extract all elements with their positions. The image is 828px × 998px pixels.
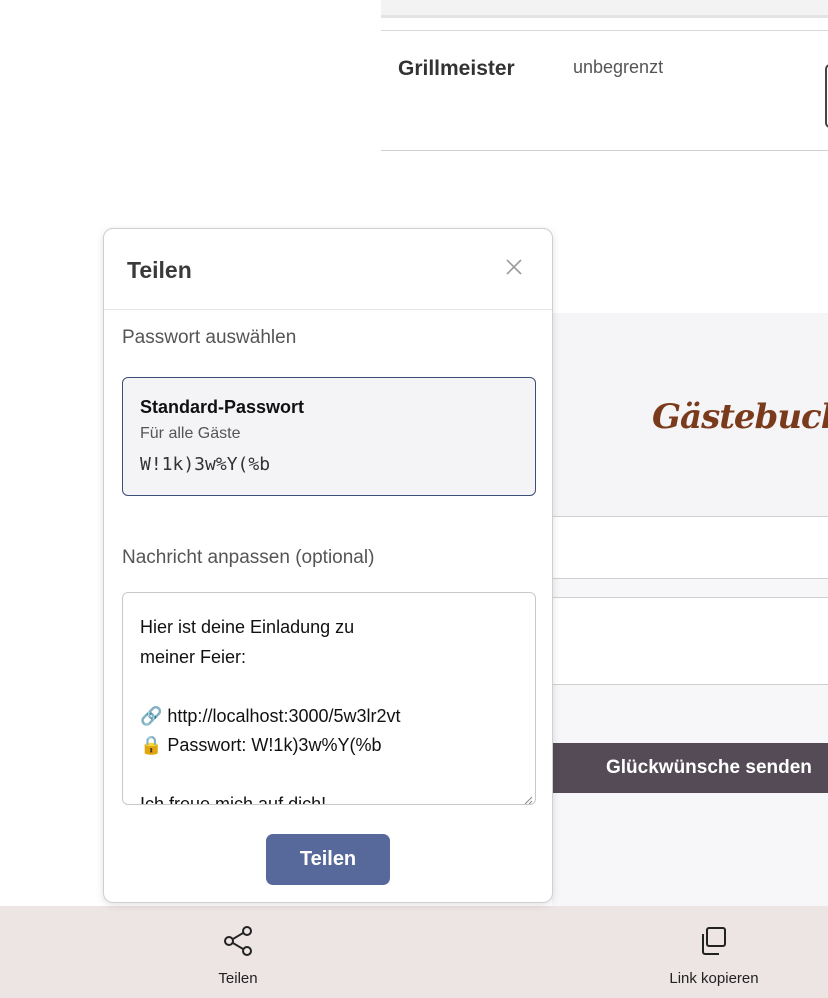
list-row: Grillmeister unbegrenzt bbox=[381, 30, 828, 151]
share-label: Teilen bbox=[218, 970, 258, 987]
password-section-label: Passwort auswählen bbox=[122, 327, 297, 348]
divider bbox=[552, 579, 828, 597]
row-name: Grillmeister bbox=[398, 57, 515, 80]
copy-link-label: Link kopieren bbox=[669, 970, 759, 987]
password-option-subtitle: Für alle Gäste bbox=[140, 425, 241, 442]
close-button[interactable] bbox=[502, 256, 526, 280]
top-band bbox=[381, 0, 828, 18]
share-icon bbox=[221, 924, 255, 962]
message-section-label: Nachricht anpassen (optional) bbox=[122, 547, 375, 568]
share-submit-button[interactable]: Teilen bbox=[266, 834, 390, 885]
guestbook-footer bbox=[552, 685, 828, 906]
copy-icon bbox=[697, 924, 731, 962]
dialog-title: Teilen bbox=[127, 257, 192, 283]
share-dialog: Teilen Passwort auswählen Standard-Passw… bbox=[103, 228, 553, 903]
resize-handle-icon[interactable] bbox=[523, 792, 533, 804]
password-option-standard[interactable]: Standard-Passwort Für alle Gäste W!1k)3w… bbox=[122, 377, 536, 496]
guestbook-title: Gästebuch bbox=[652, 397, 828, 437]
dialog-header: Teilen bbox=[104, 229, 552, 310]
share-action[interactable]: Teilen bbox=[205, 924, 271, 987]
message-textarea[interactable]: Hier ist deine Einladung zu meiner Feier… bbox=[122, 592, 536, 805]
guestbook-name-field[interactable] bbox=[552, 517, 828, 579]
send-congratulations-button[interactable]: Glückwünsche senden bbox=[552, 743, 828, 793]
copy-link-action[interactable]: Link kopieren bbox=[664, 924, 764, 987]
password-value: W!1k)3w%Y(%b bbox=[140, 454, 271, 475]
message-text: Hier ist deine Einladung zu meiner Feier… bbox=[140, 617, 401, 805]
guestbook-message-field[interactable] bbox=[552, 597, 828, 685]
page: Grillmeister unbegrenzt Gästebuch Glückw… bbox=[0, 0, 828, 998]
bottom-bar: Teilen Link kopieren bbox=[0, 906, 828, 998]
close-icon bbox=[505, 258, 523, 279]
guestbook-panel: Gästebuch bbox=[552, 313, 828, 517]
row-duration: unbegrenzt bbox=[573, 57, 664, 77]
password-option-title: Standard-Passwort bbox=[140, 397, 305, 417]
